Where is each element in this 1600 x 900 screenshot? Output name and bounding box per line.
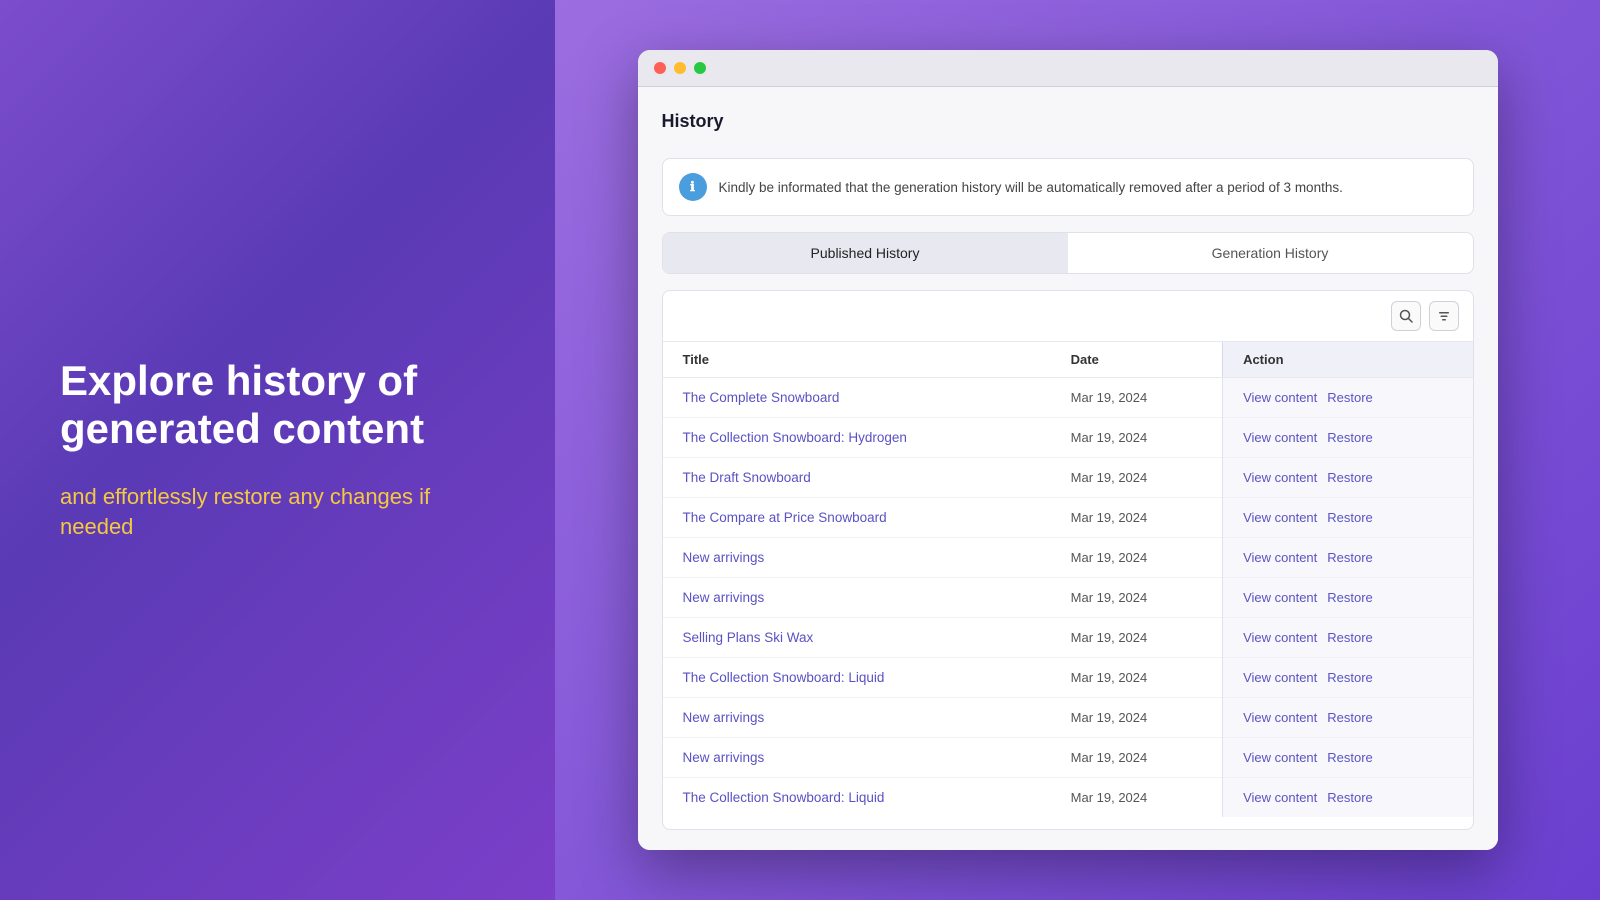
window-content: History ℹ Kindly be informated that the … bbox=[638, 87, 1498, 850]
row-title[interactable]: New arrivings bbox=[663, 738, 1051, 778]
row-title[interactable]: The Complete Snowboard bbox=[663, 378, 1051, 418]
row-date: Mar 19, 2024 bbox=[1051, 658, 1223, 698]
row-action: View content Restore bbox=[1223, 698, 1473, 738]
row-action: View content Restore bbox=[1223, 658, 1473, 698]
row-action: View content Restore bbox=[1223, 418, 1473, 458]
page-title: History bbox=[662, 107, 1474, 142]
row-action: View content Restore bbox=[1223, 378, 1473, 418]
row-action: View content Restore bbox=[1223, 578, 1473, 618]
row-date: Mar 19, 2024 bbox=[1051, 578, 1223, 618]
row-date: Mar 19, 2024 bbox=[1051, 458, 1223, 498]
view-content-link[interactable]: View content bbox=[1243, 390, 1317, 405]
window-maximize-dot[interactable] bbox=[694, 62, 706, 74]
restore-link[interactable]: Restore bbox=[1327, 630, 1373, 645]
table-row: New arrivingsMar 19, 2024 View content Res… bbox=[663, 738, 1473, 778]
hero-title: Explore history of generated content bbox=[60, 357, 495, 454]
row-title[interactable]: New arrivings bbox=[663, 578, 1051, 618]
restore-link[interactable]: Restore bbox=[1327, 510, 1373, 525]
view-content-link[interactable]: View content bbox=[1243, 470, 1317, 485]
row-title[interactable]: The Collection Snowboard: Liquid bbox=[663, 658, 1051, 698]
view-content-link[interactable]: View content bbox=[1243, 430, 1317, 445]
search-button[interactable] bbox=[1391, 301, 1421, 331]
info-icon: ℹ bbox=[679, 173, 707, 201]
row-date: Mar 19, 2024 bbox=[1051, 538, 1223, 578]
tab-generation-history[interactable]: Generation History bbox=[1068, 233, 1473, 273]
info-text: Kindly be informated that the generation… bbox=[719, 180, 1343, 195]
restore-link[interactable]: Restore bbox=[1327, 430, 1373, 445]
table-row: The Compare at Price SnowboardMar 19, 20… bbox=[663, 498, 1473, 538]
row-title[interactable]: The Draft Snowboard bbox=[663, 458, 1051, 498]
row-action: View content Restore bbox=[1223, 458, 1473, 498]
filter-button[interactable] bbox=[1429, 301, 1459, 331]
row-date: Mar 19, 2024 bbox=[1051, 378, 1223, 418]
table-container: Title Date Action The Complete Snowboard… bbox=[662, 290, 1474, 830]
view-content-link[interactable]: View content bbox=[1243, 550, 1317, 565]
restore-link[interactable]: Restore bbox=[1327, 390, 1373, 405]
row-action: View content Restore bbox=[1223, 618, 1473, 658]
table-toolbar bbox=[663, 291, 1473, 342]
window-minimize-dot[interactable] bbox=[674, 62, 686, 74]
view-content-link[interactable]: View content bbox=[1243, 750, 1317, 765]
row-action: View content Restore bbox=[1223, 538, 1473, 578]
view-content-link[interactable]: View content bbox=[1243, 670, 1317, 685]
row-action: View content Restore bbox=[1223, 778, 1473, 818]
view-content-link[interactable]: View content bbox=[1243, 710, 1317, 725]
col-date: Date bbox=[1051, 342, 1223, 378]
row-title[interactable]: The Compare at Price Snowboard bbox=[663, 498, 1051, 538]
row-date: Mar 19, 2024 bbox=[1051, 698, 1223, 738]
table-row: The Collection Snowboard: LiquidMar 19, … bbox=[663, 658, 1473, 698]
row-action: View content Restore bbox=[1223, 498, 1473, 538]
view-content-link[interactable]: View content bbox=[1243, 790, 1317, 805]
right-panel: History ℹ Kindly be informated that the … bbox=[555, 0, 1600, 900]
row-date: Mar 19, 2024 bbox=[1051, 618, 1223, 658]
restore-link[interactable]: Restore bbox=[1327, 790, 1373, 805]
restore-link[interactable]: Restore bbox=[1327, 550, 1373, 565]
info-banner: ℹ Kindly be informated that the generati… bbox=[662, 158, 1474, 216]
row-date: Mar 19, 2024 bbox=[1051, 418, 1223, 458]
restore-link[interactable]: Restore bbox=[1327, 470, 1373, 485]
hero-subtitle: and effortlessly restore any changes if … bbox=[60, 482, 495, 544]
window-close-dot[interactable] bbox=[654, 62, 666, 74]
title-bar bbox=[638, 50, 1498, 87]
table-row: New arrivingsMar 19, 2024 View content Res… bbox=[663, 538, 1473, 578]
row-title[interactable]: The Collection Snowboard: Hydrogen bbox=[663, 418, 1051, 458]
tab-published-history[interactable]: Published History bbox=[663, 233, 1068, 273]
browser-window: History ℹ Kindly be informated that the … bbox=[638, 50, 1498, 850]
row-title[interactable]: New arrivings bbox=[663, 698, 1051, 738]
col-action: Action bbox=[1223, 342, 1473, 378]
table-row: The Draft SnowboardMar 19, 2024View cont… bbox=[663, 458, 1473, 498]
view-content-link[interactable]: View content bbox=[1243, 630, 1317, 645]
left-panel: Explore history of generated content and… bbox=[0, 0, 555, 900]
row-date: Mar 19, 2024 bbox=[1051, 498, 1223, 538]
col-title: Title bbox=[663, 342, 1051, 378]
view-content-link[interactable]: View content bbox=[1243, 510, 1317, 525]
row-date: Mar 19, 2024 bbox=[1051, 778, 1223, 818]
table-row: New arrivingsMar 19, 2024 View content Res… bbox=[663, 578, 1473, 618]
row-date: Mar 19, 2024 bbox=[1051, 738, 1223, 778]
data-table: Title Date Action The Complete Snowboard… bbox=[663, 342, 1473, 829]
table-row: The Collection Snowboard: LiquidMar 19, … bbox=[663, 778, 1473, 818]
table-row: The Collection Snowboard: HydrogenMar 19… bbox=[663, 418, 1473, 458]
restore-link[interactable]: Restore bbox=[1327, 750, 1373, 765]
restore-link[interactable]: Restore bbox=[1327, 590, 1373, 605]
restore-link[interactable]: Restore bbox=[1327, 710, 1373, 725]
row-title[interactable]: New arrivings bbox=[663, 538, 1051, 578]
view-content-link[interactable]: View content bbox=[1243, 590, 1317, 605]
row-title[interactable]: Selling Plans Ski Wax bbox=[663, 618, 1051, 658]
tabs-container: Published History Generation History bbox=[662, 232, 1474, 274]
row-action: View content Restore bbox=[1223, 738, 1473, 778]
table-row: Selling Plans Ski WaxMar 19, 2024View co… bbox=[663, 618, 1473, 658]
row-title[interactable]: The Collection Snowboard: Liquid bbox=[663, 778, 1051, 818]
table-row: The Complete SnowboardMar 19, 2024View c… bbox=[663, 378, 1473, 418]
restore-link[interactable]: Restore bbox=[1327, 670, 1373, 685]
table-row: New arrivingsMar 19, 2024 View content Res… bbox=[663, 698, 1473, 738]
